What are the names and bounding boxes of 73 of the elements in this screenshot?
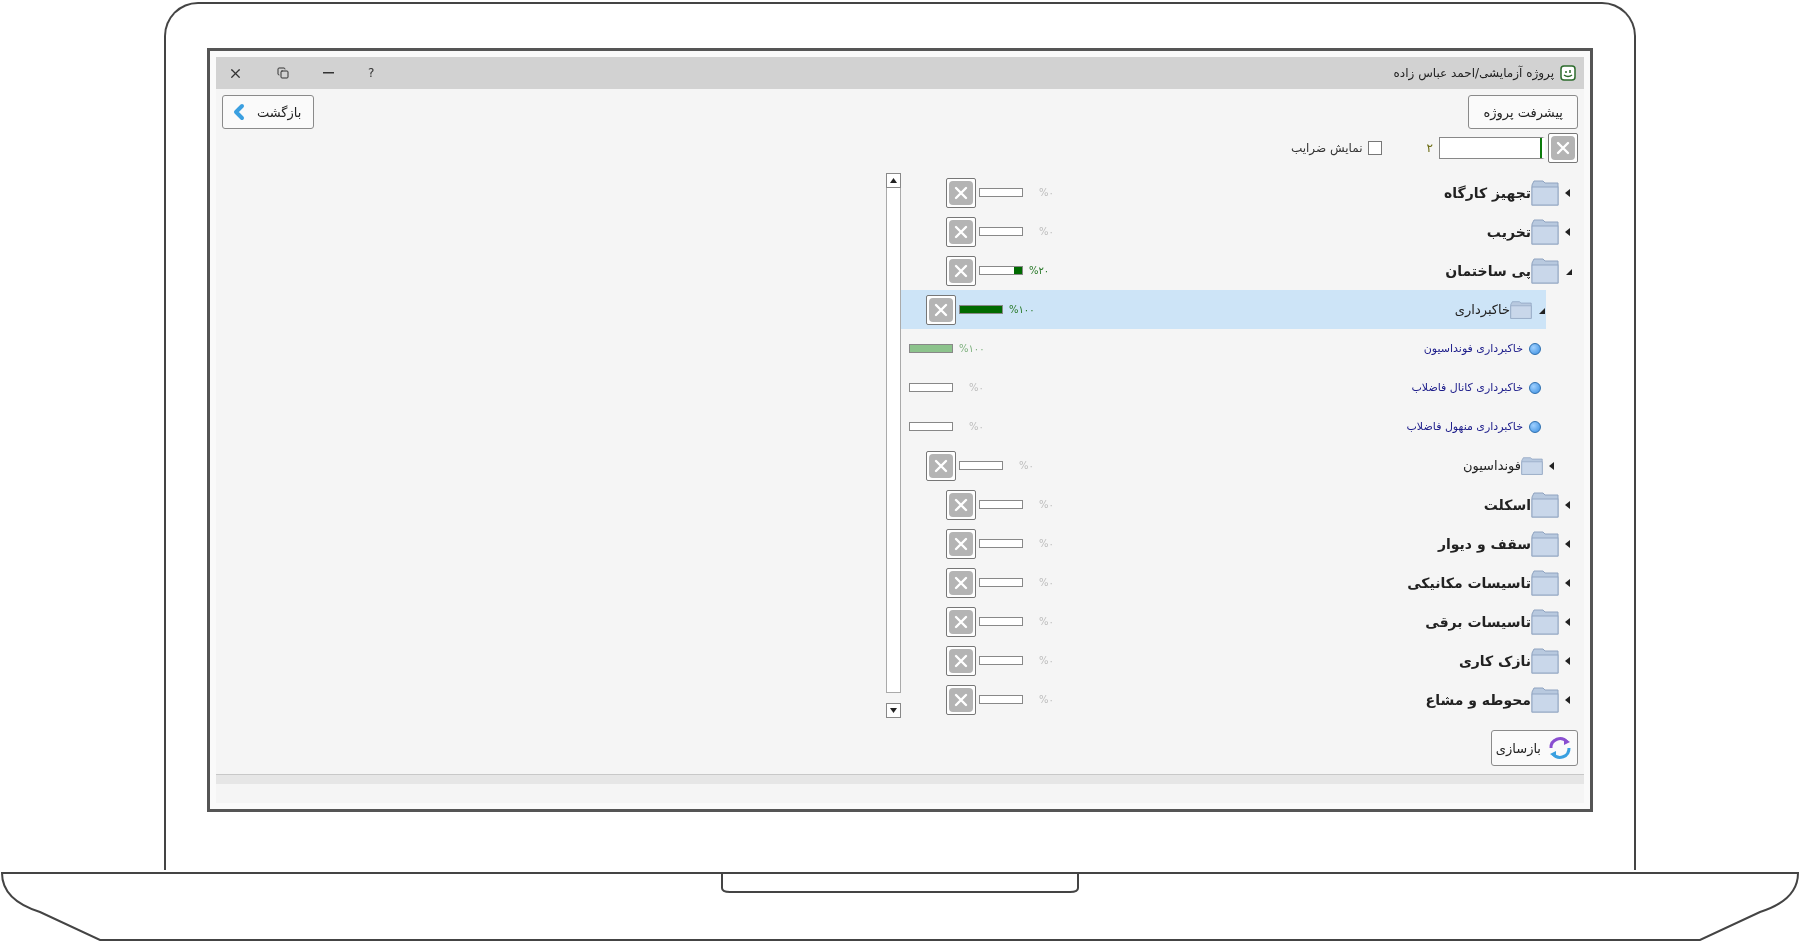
folder-icon: [1531, 569, 1559, 596]
collapsed-arrow-icon[interactable]: [1563, 655, 1573, 666]
folder-icon: [1510, 300, 1532, 319]
folder-icon: [1531, 257, 1559, 284]
folder-icon: [1531, 686, 1559, 713]
down-arrow-icon: [890, 708, 897, 713]
tree-label: نازک کاری: [1458, 652, 1531, 669]
window-title: پروژه آزمایشی/احمد عباس زاده: [1393, 66, 1554, 80]
text-field[interactable]: [1439, 137, 1545, 159]
tools-button[interactable]: [946, 489, 976, 520]
tools-button[interactable]: [926, 450, 956, 481]
checkbox[interactable]: [1367, 141, 1382, 155]
app-logo-icon: [1560, 65, 1576, 81]
progress-button[interactable]: پیشرفت پروژه: [1468, 95, 1578, 129]
tree-label: پی ساختمان: [1445, 262, 1531, 279]
tree-label: تاسیسات برقی: [1425, 613, 1531, 630]
tree-label: محوطه و مشاع: [1425, 691, 1531, 708]
tools-button[interactable]: [946, 528, 976, 559]
help-button[interactable]: ?: [366, 64, 377, 82]
tree-label: تجهیز کارگاه: [1444, 184, 1531, 201]
collapsed-arrow-icon[interactable]: [1547, 460, 1557, 471]
folder-icon: [1531, 218, 1559, 245]
collapsed-arrow-icon[interactable]: [1563, 226, 1573, 237]
folder-icon: [1531, 530, 1559, 557]
progress-percent: %۱۰۰: [1009, 304, 1035, 315]
tree-label: فونداسیون: [1462, 458, 1521, 473]
tools-button[interactable]: [946, 567, 976, 598]
tools-button[interactable]: [946, 606, 976, 637]
back-button[interactable]: بازگشت: [222, 95, 315, 129]
tree-label: خاکبرداری فونداسیون: [1423, 342, 1523, 355]
refresh-icon: [1547, 735, 1573, 761]
tree-label: تاسیسات مکانیکی: [1407, 574, 1531, 591]
collapsed-arrow-icon[interactable]: [1563, 187, 1573, 198]
tree-label: خاکبرداری منهول فاضلاب: [1406, 420, 1523, 433]
folder-icon: [1531, 608, 1559, 635]
collapsed-arrow-icon[interactable]: [1563, 499, 1573, 510]
tools-button[interactable]: [946, 255, 976, 286]
progress-percent: %۲۰: [1029, 265, 1050, 276]
tree-label: سقف و دیوار: [1437, 535, 1531, 552]
rebuild-button[interactable]: بازسازی: [1490, 730, 1578, 766]
collapsed-arrow-icon[interactable]: [1563, 538, 1573, 549]
scroll-up-button[interactable]: [886, 173, 901, 188]
tools-button[interactable]: [1548, 133, 1578, 163]
task-dot-icon: [1529, 381, 1541, 394]
tools-button[interactable]: [946, 177, 976, 208]
folder-icon: [1531, 491, 1559, 518]
tools-button[interactable]: [946, 684, 976, 715]
tools-button[interactable]: [926, 294, 956, 325]
task-dot-icon: [1529, 420, 1541, 433]
count-label: ۲: [1426, 141, 1433, 155]
folder-icon: [1521, 456, 1543, 475]
tree-label: تخریب: [1486, 223, 1531, 240]
tools-button[interactable]: [946, 216, 976, 247]
checkbox-label: نمایش ضرایب: [1290, 141, 1363, 155]
tree-label: خاکبرداری: [1454, 302, 1510, 317]
tree-label: خاکبرداری کانال فاضلاب: [1411, 381, 1523, 394]
collapsed-arrow-icon[interactable]: [1563, 577, 1573, 588]
collapsed-arrow-icon[interactable]: [1563, 694, 1573, 705]
folder-icon: [1531, 179, 1559, 206]
minimize-icon: [323, 72, 334, 74]
tree-row[interactable]: %۱۰۰ خاکبرداری: [901, 290, 1546, 329]
tools-button[interactable]: [946, 645, 976, 676]
up-arrow-icon: [890, 178, 897, 183]
folder-icon: [1531, 647, 1559, 674]
tree-row[interactable]: %۲۰ پی ساختمان: [901, 251, 1578, 290]
restore-icon: [277, 67, 289, 79]
progress-percent: %۱۰۰: [959, 343, 985, 354]
collapsed-arrow-icon[interactable]: [1563, 616, 1573, 627]
task-dot-icon: [1529, 342, 1541, 355]
scroll-down-button[interactable]: [886, 703, 901, 718]
tree-label: اسکلت: [1483, 496, 1531, 513]
restore-button[interactable]: [275, 65, 291, 81]
tree-row[interactable]: %۱۰۰ خاکبرداری فونداسیون: [901, 329, 1578, 368]
